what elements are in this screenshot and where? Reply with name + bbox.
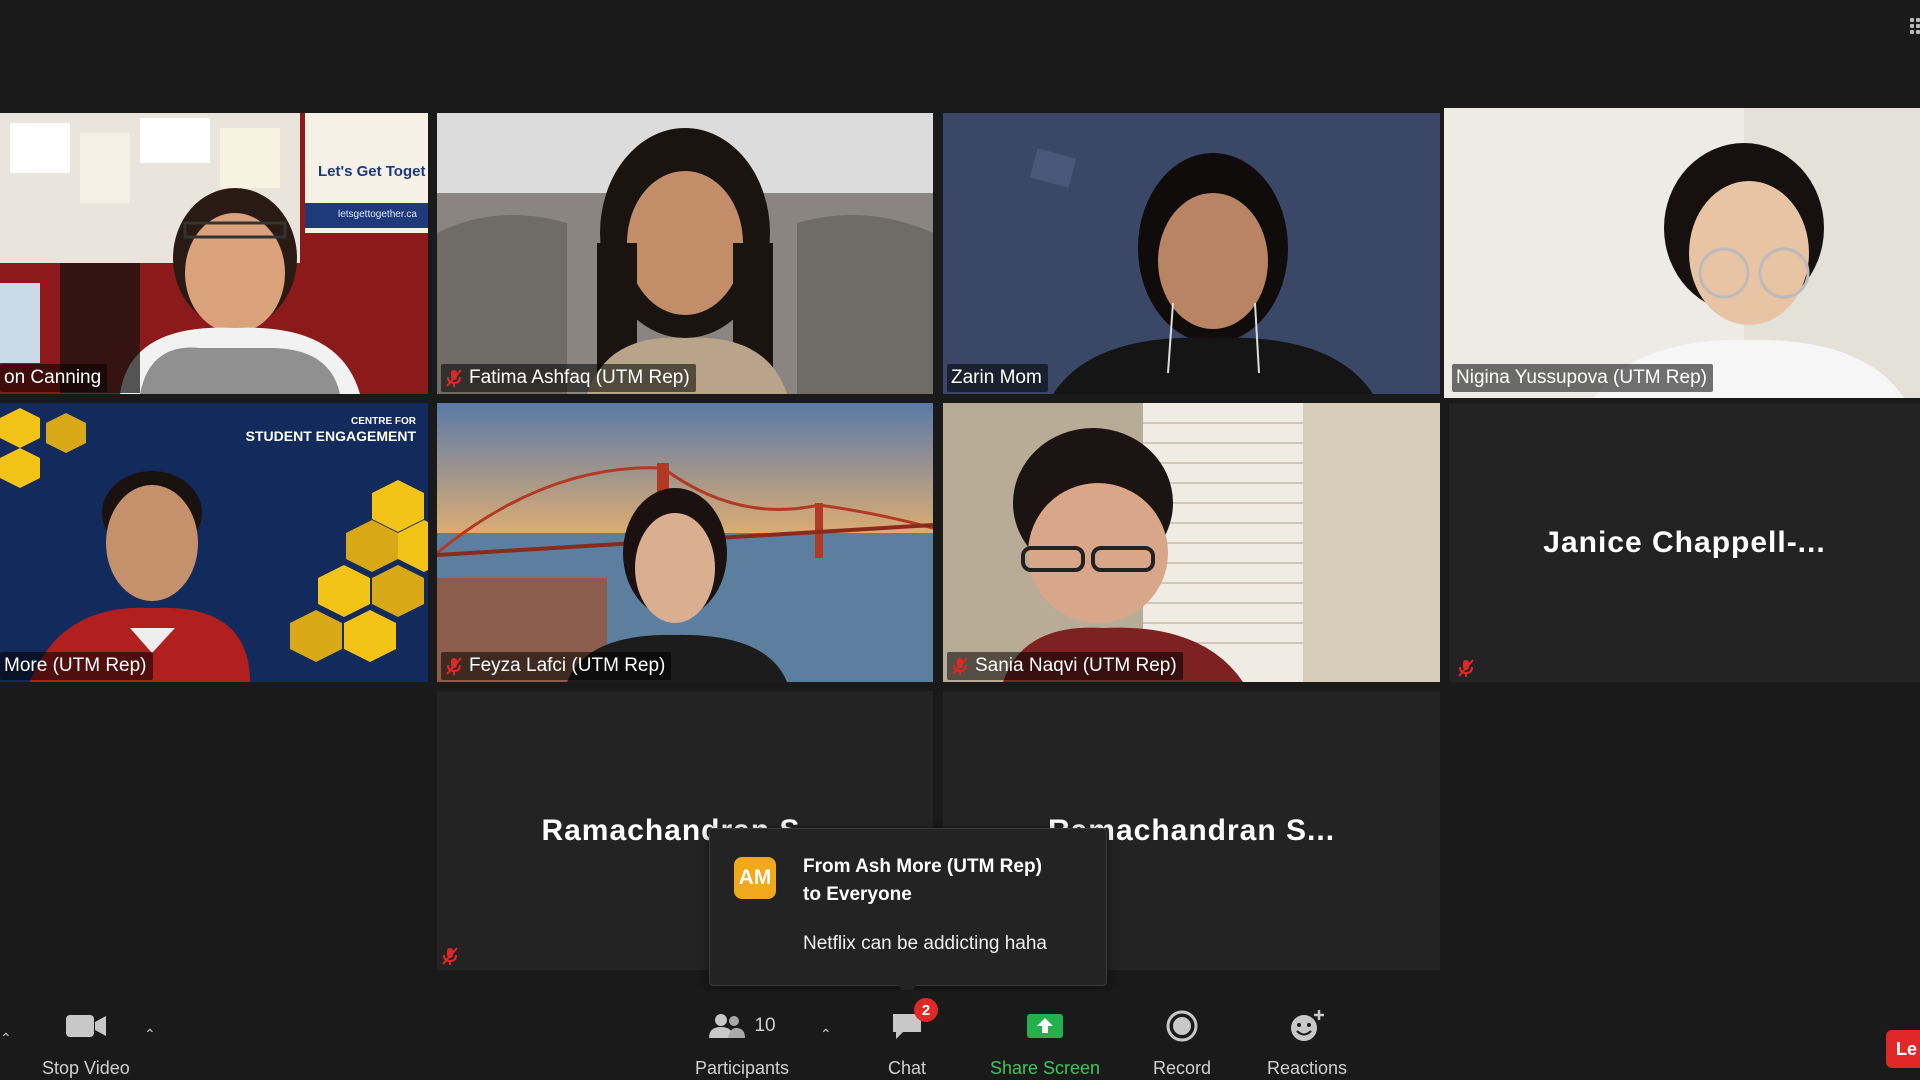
mic-muted-icon [1458,659,1474,677]
participant-name: Fatima Ashfaq (UTM Rep) [469,367,690,388]
video-tile-1[interactable]: Let's Get Toget letsgettogether.ca on Ca… [0,113,428,394]
stop-video-button[interactable]: Stop Video [42,1006,130,1079]
video-camera-icon [65,1015,106,1037]
participants-button[interactable]: 10 Participants [695,1006,789,1079]
audio-options-caret[interactable]: ⌃ [0,1030,12,1047]
top-bar [0,0,1920,110]
video-tile-3[interactable]: Zarin Mom [943,113,1440,394]
stop-video-label: Stop Video [42,1058,130,1078]
chat-button[interactable]: 2 Chat [888,998,939,1079]
chat-sender-line-2: to Everyone [803,884,912,905]
share-screen-label: Share Screen [990,1058,1101,1078]
video-options-caret[interactable]: ⌃ [144,1026,156,1043]
video-tile-8[interactable]: Janice Chappell-... [1449,403,1920,682]
participant-video [943,403,1440,682]
record-button[interactable]: Record [1153,1006,1211,1079]
share-screen-icon [1027,1014,1064,1038]
grid-view-icon[interactable] [1908,16,1920,36]
chat-message: Netflix can be addicting haha [803,933,1047,954]
participants-icon [709,1014,746,1038]
participant-name-tag: More (UTM Rep) [0,652,153,680]
participants-options-caret[interactable]: ⌃ [820,1026,832,1043]
participants-count: 10 [754,1015,776,1036]
participant-video [437,113,933,394]
participant-name-tag: Sania Naqvi (UTM Rep) [947,652,1183,680]
chat-notification-popup[interactable]: AM From Ash More (UTM Rep) to Everyone N… [709,828,1107,995]
video-tile-5[interactable]: CENTRE FOR STUDENT ENGAGEMENT More (UTM … [0,403,428,682]
video-tile-2[interactable]: Fatima Ashfaq (UTM Rep) [437,113,933,394]
participant-name-tag: Nigina Yussupova (UTM Rep) [1452,364,1713,392]
participant-name: Zarin Mom [951,367,1042,388]
participant-name-tag: on Canning [0,364,108,392]
record-label: Record [1153,1058,1212,1078]
video-tile-6[interactable]: Feyza Lafci (UTM Rep) [437,403,933,682]
mic-muted-icon [442,947,458,965]
participant-name: More (UTM Rep) [4,655,147,676]
participant-video [0,113,428,394]
participant-video [943,113,1440,394]
background-banner: CENTRE FOR STUDENT ENGAGEMENT [246,415,416,443]
participant-name: on Canning [4,367,102,388]
meeting-toolbar: Stop Video ⌃ 10 Participants ⌃ 2 Chat Sh… [0,990,1920,1080]
video-tile-7[interactable]: Sania Naqvi (UTM Rep) [943,403,1440,682]
chat-sender-line-1: From Ash More (UTM Rep) [803,856,1042,877]
mic-muted-icon [952,657,968,675]
participant-name: Sania Naqvi (UTM Rep) [975,655,1177,676]
participants-label: Participants [695,1058,790,1078]
mic-muted-icon [446,657,462,675]
share-screen-button[interactable]: Share Screen [990,1006,1100,1079]
reactions-icon [1291,1010,1325,1041]
reactions-label: Reactions [1267,1058,1348,1078]
chat-sender: From Ash More (UTM Rep) to Everyone [803,853,1093,909]
video-tile-4[interactable]: Nigina Yussupova (UTM Rep) [1444,108,1920,398]
leave-button[interactable]: Le [1886,1030,1920,1068]
banner-line-2: STUDENT ENGAGEMENT [245,428,416,444]
participant-name-tag: Feyza Lafci (UTM Rep) [441,652,672,680]
poster-text: Let's Get Toget [318,163,426,180]
participant-name-tag: Zarin Mom [947,364,1048,392]
chat-label: Chat [888,1058,927,1078]
participant-video [0,403,428,682]
chat-unread-badge: 2 [914,998,939,1022]
reactions-button[interactable]: Reactions [1267,1006,1347,1079]
banner-line-1: CENTRE FOR [351,416,416,427]
poster-url: letsgettogether.ca [338,209,417,220]
participant-video [1444,108,1920,398]
participant-name-large: Janice Chappell-... [1543,525,1826,559]
avatar: AM [734,857,776,899]
participant-name: Nigina Yussupova (UTM Rep) [1456,367,1707,388]
participant-video [437,403,933,682]
mic-muted-icon [446,369,462,387]
record-icon [1166,1010,1198,1042]
participant-name-tag: Fatima Ashfaq (UTM Rep) [441,364,696,392]
participant-name: Feyza Lafci (UTM Rep) [469,655,666,676]
